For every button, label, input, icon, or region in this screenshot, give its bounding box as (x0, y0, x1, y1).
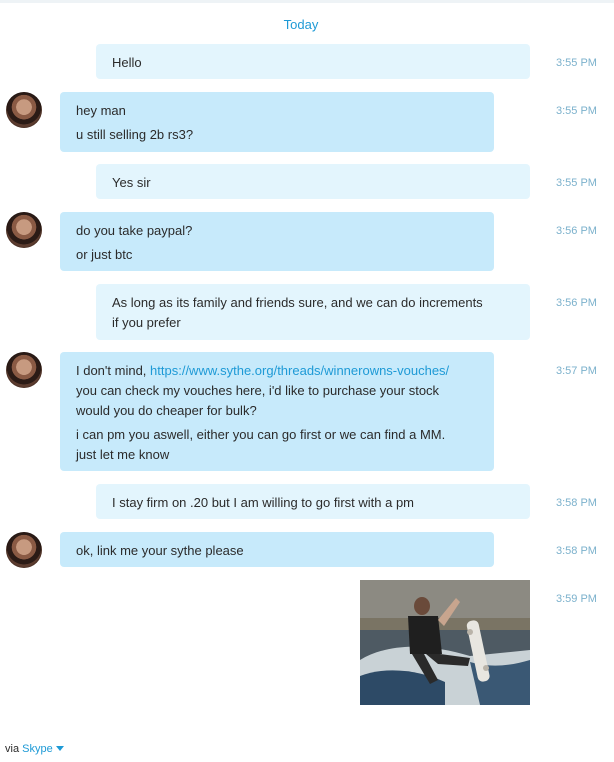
incoming-message[interactable]: hey man u still selling 2b rs3? (60, 92, 494, 152)
message-text-prefix: I don't mind, (76, 363, 151, 378)
message-text: Hello (112, 55, 142, 70)
message-timestamp: 3:58 PM (556, 497, 597, 509)
message-text: I stay firm on .20 but I am willing to g… (112, 495, 415, 510)
message-timestamp: 3:56 PM (556, 297, 597, 309)
message-text: i can pm you aswell, either you can go f… (76, 427, 446, 442)
message-text: As long as its family and friends sure, … (112, 295, 483, 310)
outgoing-message[interactable]: Yes sir (96, 164, 530, 199)
message-timestamp: 3:56 PM (556, 225, 597, 237)
message-text: I don't mind, https://www.sythe.org/thre… (76, 361, 478, 381)
via-label: via (5, 743, 20, 755)
day-header: Today (283, 17, 319, 32)
message-text: ok, link me your sythe please (76, 543, 244, 558)
message-text: if you prefer (112, 315, 181, 330)
contact-avatar[interactable] (6, 212, 42, 248)
incoming-message[interactable]: do you take paypal? or just btc (60, 212, 494, 271)
contact-avatar[interactable] (6, 532, 42, 568)
message-text: do you take paypal? (76, 223, 193, 238)
message-text: u still selling 2b rs3? (76, 127, 194, 142)
outgoing-message[interactable]: I stay firm on .20 but I am willing to g… (96, 484, 530, 519)
top-divider (0, 0, 614, 3)
message-text: Yes sir (112, 175, 151, 190)
incoming-message[interactable]: ok, link me your sythe please (60, 532, 494, 567)
service-selector[interactable]: Skype (22, 743, 64, 755)
message-text: just let me know (76, 447, 170, 462)
outgoing-message[interactable]: Hello (96, 44, 530, 79)
shared-photo[interactable] (360, 580, 530, 705)
message-timestamp: 3:55 PM (556, 57, 597, 69)
skateboarder-photo-icon (360, 580, 530, 705)
message-text: you can check my vouches here, i'd like … (76, 383, 440, 398)
contact-avatar[interactable] (6, 352, 42, 388)
incoming-message[interactable]: I don't mind, https://www.sythe.org/thre… (60, 352, 494, 471)
contact-avatar[interactable] (6, 92, 42, 128)
sythe-vouches-link[interactable]: https://www.sythe.org/threads/winnerowns… (150, 363, 449, 378)
message-timestamp: 3:55 PM (556, 105, 597, 117)
message-text: hey man (76, 103, 126, 118)
message-timestamp: 3:59 PM (556, 593, 597, 605)
message-text: would you do cheaper for bulk? (76, 403, 257, 418)
message-text: or just btc (76, 247, 133, 262)
message-timestamp: 3:55 PM (556, 177, 597, 189)
chevron-down-icon (55, 746, 64, 751)
outgoing-message[interactable]: As long as its family and friends sure, … (96, 284, 530, 340)
message-timestamp: 3:57 PM (556, 365, 597, 377)
service-name: Skype (22, 743, 53, 755)
message-timestamp: 3:58 PM (556, 545, 597, 557)
service-footer: via Skype (5, 743, 64, 755)
